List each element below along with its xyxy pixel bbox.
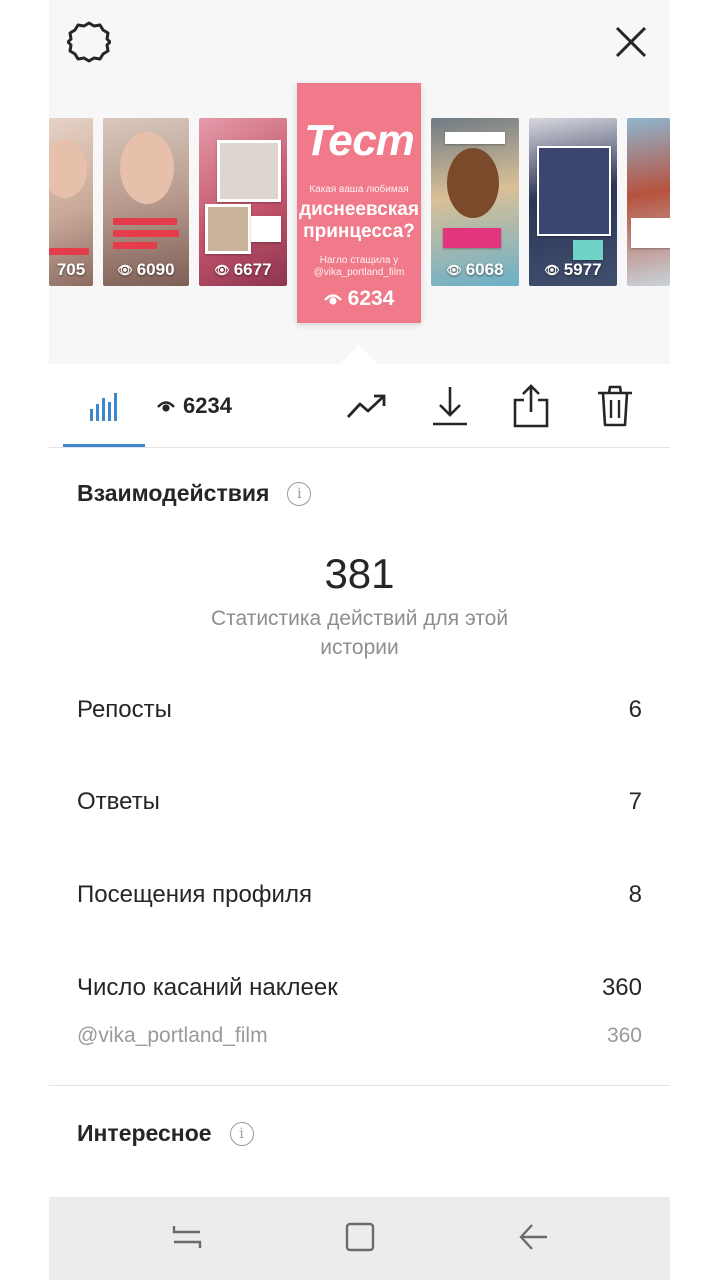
portrait-image xyxy=(120,132,174,204)
views-count: 6234 xyxy=(183,393,232,418)
trash-icon xyxy=(598,385,632,427)
story-views: 👁 5977 xyxy=(544,260,602,279)
delete-button[interactable] xyxy=(589,384,641,428)
story-views: 👁 6068 xyxy=(446,260,504,279)
system-nav-bar xyxy=(49,1197,670,1280)
info-icon[interactable]: i xyxy=(229,1121,254,1146)
stat-value: 360 xyxy=(601,974,642,1001)
stat-label: Репосты xyxy=(77,696,172,723)
photo-card xyxy=(537,146,611,236)
stat-subvalue: 360 xyxy=(606,1024,642,1047)
section-divider xyxy=(49,1085,670,1086)
home-icon xyxy=(345,1222,375,1252)
active-tab-indicator xyxy=(63,444,145,447)
stat-sublabel: @vika_portland_film xyxy=(77,1024,268,1047)
stat-row-sticker-taps: Число касаний наклеек 360 xyxy=(77,971,642,1005)
stat-value: 8 xyxy=(628,881,642,908)
promote-button[interactable] xyxy=(339,384,395,428)
story-thumbnail[interactable]: 705 xyxy=(49,118,93,286)
back-icon xyxy=(519,1224,547,1250)
caption-sticker xyxy=(113,230,179,237)
story-views: 👁 6090 xyxy=(117,260,175,279)
eye-icon: 👁 xyxy=(214,263,230,277)
princess-image xyxy=(447,148,499,218)
story-thumbnail[interactable]: 👁 6068 xyxy=(431,118,519,286)
portrait-image xyxy=(49,140,87,198)
story-subtitle: Какая ваша любимая xyxy=(309,184,409,195)
insights-screen: 705 👁 6090 👁 6677 👁 6068 👁 5977 Тест Как… xyxy=(49,0,670,1280)
download-icon xyxy=(433,387,467,426)
story-views: 👁 6677 xyxy=(214,260,272,279)
recents-button[interactable] xyxy=(161,1215,213,1259)
close-icon xyxy=(615,26,647,58)
stat-row-reposts: Репосты 6 xyxy=(77,693,642,727)
story-thumbnail[interactable]: 👁 6677 xyxy=(199,118,287,286)
eye-icon: 👁 xyxy=(544,263,560,277)
interactions-title: Взаимодействия xyxy=(77,480,270,506)
story-thumbnail[interactable] xyxy=(627,118,670,286)
caption-sticker xyxy=(445,132,505,144)
stat-label: Число касаний наклеек xyxy=(77,974,338,1001)
stat-label: Посещения профиля xyxy=(77,881,312,908)
eye-icon: 👁 xyxy=(117,263,133,277)
stories-header: 705 👁 6090 👁 6677 👁 6068 👁 5977 Тест Как… xyxy=(49,0,670,364)
insights-bars-icon xyxy=(90,393,117,421)
discovery-title: Интересное xyxy=(77,1120,212,1146)
caption-sticker xyxy=(113,242,157,249)
photo-card xyxy=(251,216,281,242)
stat-label: Ответы xyxy=(77,788,160,815)
story-headline: диснеевская принцесса? xyxy=(299,199,419,242)
stat-subrow-mention[interactable]: @vika_portland_film 360 xyxy=(77,1019,642,1053)
page: 705 👁 6090 👁 6677 👁 6068 👁 5977 Тест Как… xyxy=(0,0,719,1280)
stat-value: 6 xyxy=(628,696,642,723)
stat-value: 7 xyxy=(628,788,642,815)
back-button[interactable] xyxy=(508,1215,560,1259)
eye-icon xyxy=(323,294,342,305)
tab-insights[interactable] xyxy=(63,384,145,428)
info-icon[interactable]: i xyxy=(287,481,312,506)
interactions-description: Статистика действий для этой истории xyxy=(210,607,509,659)
interactions-total: 381 xyxy=(324,550,395,597)
caption-sticker xyxy=(49,248,89,255)
interactions-section-title: Взаимодействия i xyxy=(77,480,312,507)
caption-sticker xyxy=(443,228,501,248)
close-button[interactable] xyxy=(603,16,659,68)
story-views: 705 xyxy=(56,260,86,279)
tab-viewers[interactable]: 6234 xyxy=(157,386,232,426)
photo-card xyxy=(205,204,251,254)
share-icon xyxy=(513,384,549,428)
settings-gear-icon xyxy=(67,21,111,63)
caption-sticker xyxy=(631,218,670,248)
story-note: Нагло стащила у @vika_portland_film xyxy=(313,255,405,278)
eye-icon xyxy=(157,401,175,412)
story-views: 6234 xyxy=(297,287,421,311)
settings-button[interactable] xyxy=(61,16,117,68)
home-button[interactable] xyxy=(334,1215,386,1259)
trend-icon xyxy=(346,394,386,418)
story-thumbnail[interactable]: 👁 5977 xyxy=(529,118,617,286)
caption-sticker xyxy=(113,218,177,225)
selected-story-pointer xyxy=(340,344,378,364)
eye-icon: 👁 xyxy=(446,263,462,277)
caption-sticker xyxy=(573,240,603,260)
story-thumbnail[interactable]: 👁 6090 xyxy=(103,118,189,286)
download-button[interactable] xyxy=(424,384,476,428)
selected-story[interactable]: Тест Какая ваша любимая диснеевская прин… xyxy=(297,83,421,323)
photo-card xyxy=(217,140,281,202)
share-button[interactable] xyxy=(505,384,557,428)
story-toolbar: 6234 xyxy=(49,364,670,448)
discovery-section-title: Интересное i xyxy=(77,1120,254,1147)
recents-icon xyxy=(172,1226,202,1248)
stat-row-profile-visits: Посещения профиля 8 xyxy=(77,878,642,912)
story-title: Тест xyxy=(304,116,415,165)
stat-row-replies: Ответы 7 xyxy=(77,785,642,819)
